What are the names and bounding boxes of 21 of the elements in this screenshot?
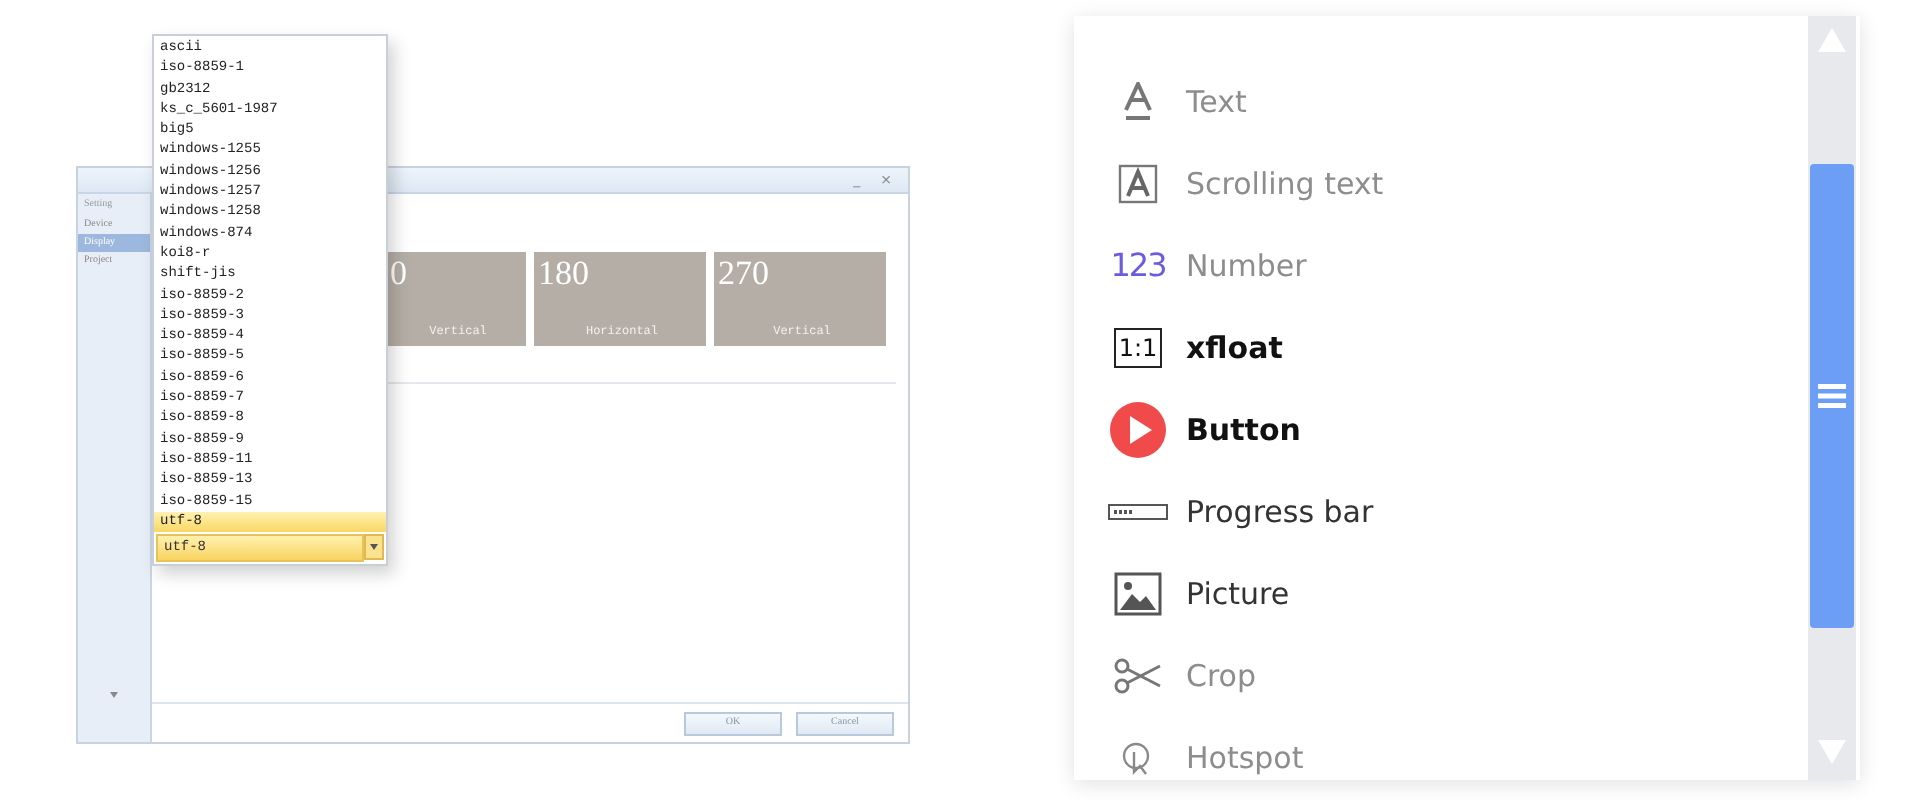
widget-label[interactable]: xfloat xyxy=(1186,329,1283,365)
image-icon xyxy=(1114,571,1162,615)
tile-number: 270 xyxy=(718,256,771,292)
boxed-letter-icon xyxy=(1118,163,1158,203)
widget-label[interactable]: Picture xyxy=(1186,575,1290,611)
ratio-icon: 1:1 xyxy=(1114,327,1162,367)
tile-number: 0 xyxy=(390,256,409,292)
widget-label[interactable]: Progress bar xyxy=(1186,493,1374,529)
caret-icon[interactable] xyxy=(110,692,118,698)
caret-icon xyxy=(370,544,378,551)
scroll-thumb[interactable] xyxy=(1810,164,1854,628)
play-button-icon xyxy=(1110,401,1166,457)
progress-bar-icon xyxy=(1108,503,1168,519)
scrollbar[interactable] xyxy=(1808,16,1856,780)
tile-number: 180 xyxy=(538,256,591,292)
widget-label[interactable]: Button xyxy=(1186,411,1301,447)
scissors-icon xyxy=(1114,657,1162,693)
text-format-icon xyxy=(1124,81,1152,121)
dropdown-button[interactable] xyxy=(364,534,384,561)
grip-icon xyxy=(1818,384,1846,408)
number-icon: 123 xyxy=(1110,246,1166,284)
